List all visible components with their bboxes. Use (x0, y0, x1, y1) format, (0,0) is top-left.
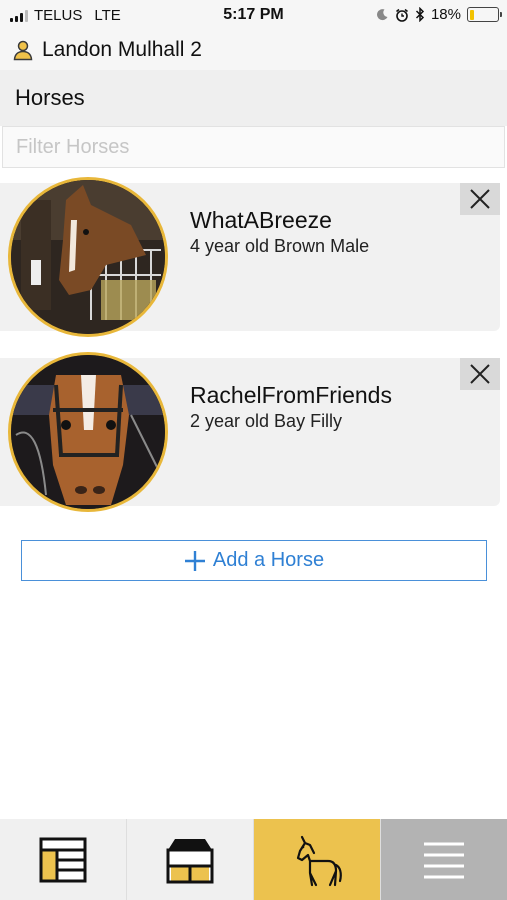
section-header: Horses (0, 70, 507, 126)
plus-icon (184, 550, 205, 571)
horse-avatar (8, 352, 168, 512)
bluetooth-icon (415, 7, 425, 22)
close-icon (470, 364, 490, 384)
moon-icon (377, 9, 388, 21)
horse-card[interactable]: WhatABreeze 4 year old Brown Male (0, 177, 500, 337)
status-right: 18% (376, 6, 502, 23)
tab-bar (0, 819, 507, 900)
horse-avatar (8, 177, 168, 337)
horse-name: WhatABreeze (190, 207, 332, 233)
user-header[interactable]: Landon Mulhall 2 (0, 30, 507, 70)
horse-description: 2 year old Bay Filly (190, 411, 343, 431)
battery-percent: 18% (430, 6, 461, 23)
battery-icon (467, 7, 502, 22)
status-bar: TELUS LTE 5:17 PM 18% (0, 0, 507, 30)
horse-photo (11, 355, 165, 509)
remove-horse-button[interactable] (460, 183, 500, 215)
add-horse-label: Add a Horse (212, 549, 325, 571)
horse-card[interactable]: RachelFromFriends 2 year old Bay Filly (0, 352, 500, 512)
page-title: Horses (15, 85, 85, 110)
battery-fill (469, 9, 475, 20)
records-icon (39, 837, 87, 882)
horse-name: RachelFromFriends (190, 382, 392, 408)
close-icon (470, 189, 490, 209)
user-name: Landon Mulhall 2 (42, 38, 202, 61)
add-horse-button[interactable]: Add a Horse (21, 540, 487, 581)
tab-horses[interactable] (254, 819, 381, 900)
remove-horse-button[interactable] (460, 358, 500, 390)
horse-photo (11, 180, 165, 334)
barn-icon (166, 838, 214, 883)
tab-menu[interactable] (381, 819, 507, 900)
user-icon (13, 40, 33, 61)
tab-records[interactable] (0, 819, 127, 900)
tab-barn[interactable] (127, 819, 254, 900)
filter-horses-input[interactable] (2, 126, 505, 168)
horse-icon (296, 835, 342, 886)
horse-description: 4 year old Brown Male (190, 236, 370, 256)
alarm-icon (395, 8, 408, 22)
hamburger-icon (424, 842, 464, 878)
